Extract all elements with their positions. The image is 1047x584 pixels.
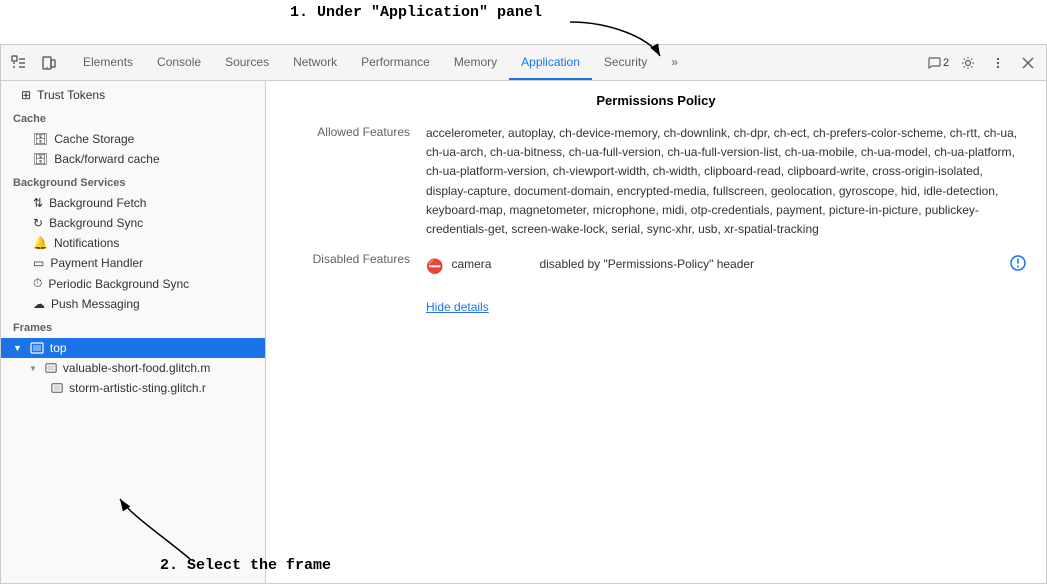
- inspect-element-button[interactable]: [5, 49, 33, 77]
- tab-application[interactable]: Application: [509, 45, 592, 80]
- tab-network[interactable]: Network: [281, 45, 349, 80]
- sidebar: ⊞ Trust Tokens Cache 🗄 Cache Storage 🗄 B…: [1, 81, 266, 583]
- close-button[interactable]: [1014, 49, 1042, 77]
- disabled-features-label: Disabled Features: [286, 251, 426, 266]
- disabled-features-value: ⛔ camera disabled by "Permissions-Policy…: [426, 251, 1026, 317]
- content-title: Permissions Policy: [286, 93, 1026, 108]
- database-icon: ⊞: [21, 88, 31, 102]
- allowed-features-label: Allowed Features: [286, 124, 426, 139]
- hide-details-link[interactable]: Hide details: [426, 298, 489, 317]
- error-icon: ⛔: [426, 255, 443, 277]
- tab-more[interactable]: »: [659, 45, 690, 80]
- frame-icon: [30, 341, 44, 355]
- devtools-window: Elements Console Sources Network Perform…: [0, 44, 1047, 584]
- messages-button[interactable]: 2: [924, 49, 952, 77]
- device-toolbar-button[interactable]: [35, 49, 63, 77]
- sidebar-item-bg-sync[interactable]: ↻ Background Sync: [1, 213, 265, 233]
- payment-icon: ▭: [33, 256, 44, 270]
- sidebar-item-frame2[interactable]: ▶ storm-artistic-sting.glitch.r: [1, 378, 265, 398]
- sidebar-item-bg-fetch[interactable]: ⇅ Background Fetch: [1, 193, 265, 213]
- sidebar-section-frames: Frames: [1, 314, 265, 338]
- expand-triangle2: ▼: [29, 364, 37, 373]
- sidebar-section-bg-services: Background Services: [1, 169, 265, 193]
- sidebar-item-push-messaging[interactable]: ☁ Push Messaging: [1, 294, 265, 314]
- disabled-features-row: Disabled Features ⛔ camera disabled by "…: [286, 251, 1026, 317]
- cloud-icon: ☁: [33, 297, 45, 311]
- tab-elements[interactable]: Elements: [71, 45, 145, 80]
- settings-button[interactable]: [954, 49, 982, 77]
- content-area: Permissions Policy Allowed Features acce…: [266, 81, 1046, 583]
- main-area: ⊞ Trust Tokens Cache 🗄 Cache Storage 🗄 B…: [1, 81, 1046, 583]
- disabled-feature-name: camera: [451, 255, 531, 274]
- sidebar-item-cache-storage[interactable]: 🗄 Cache Storage: [1, 129, 265, 149]
- sidebar-item-frame1[interactable]: ▼ valuable-short-food.glitch.m: [1, 358, 265, 378]
- sidebar-item-payment-handler[interactable]: ▭ Payment Handler: [1, 253, 265, 273]
- sidebar-item-periodic-bg-sync[interactable]: ⏱ Periodic Background Sync: [1, 273, 265, 294]
- sync-icon: ↻: [33, 216, 43, 230]
- disabled-camera-row: ⛔ camera disabled by "Permissions-Policy…: [426, 255, 1026, 277]
- expand-triangle: ▼: [13, 343, 22, 353]
- tab-memory[interactable]: Memory: [442, 45, 509, 80]
- tab-bar-right-icons: 2: [924, 49, 1042, 77]
- more-options-button[interactable]: [984, 49, 1012, 77]
- sidebar-item-top-frame[interactable]: ▼ top: [1, 338, 265, 358]
- annotation-top: 1. Under "Application" panel: [290, 4, 542, 21]
- allowed-features-value: accelerometer, autoplay, ch-device-memor…: [426, 124, 1026, 239]
- sidebar-item-back-forward-cache[interactable]: 🗄 Back/forward cache: [1, 149, 265, 169]
- tab-sources[interactable]: Sources: [213, 45, 281, 80]
- help-link-icon[interactable]: [1010, 255, 1026, 277]
- sidebar-item-trust-tokens[interactable]: ⊞ Trust Tokens: [1, 85, 265, 105]
- message-count: 2: [943, 57, 949, 69]
- clock-icon: ⏱: [33, 276, 42, 291]
- tab-performance[interactable]: Performance: [349, 45, 442, 80]
- cylinder-icon: 🗄: [33, 132, 48, 146]
- tabs-list: Elements Console Sources Network Perform…: [71, 45, 924, 80]
- tab-console[interactable]: Console: [145, 45, 213, 80]
- cylinder2-icon: 🗄: [33, 152, 48, 166]
- sidebar-section-cache: Cache: [1, 105, 265, 129]
- tab-security[interactable]: Security: [592, 45, 659, 80]
- tab-bar-left-icons: [5, 49, 63, 77]
- sidebar-item-notifications[interactable]: 🔔 Notifications: [1, 233, 265, 253]
- frame-icon2: [45, 362, 57, 374]
- tab-bar: Elements Console Sources Network Perform…: [1, 45, 1046, 81]
- frame-icon3: [51, 382, 63, 394]
- fetch-icon: ⇅: [33, 196, 43, 210]
- bell-icon: 🔔: [33, 236, 48, 250]
- disabled-reason: disabled by "Permissions-Policy" header: [539, 255, 1002, 274]
- allowed-features-row: Allowed Features accelerometer, autoplay…: [286, 124, 1026, 239]
